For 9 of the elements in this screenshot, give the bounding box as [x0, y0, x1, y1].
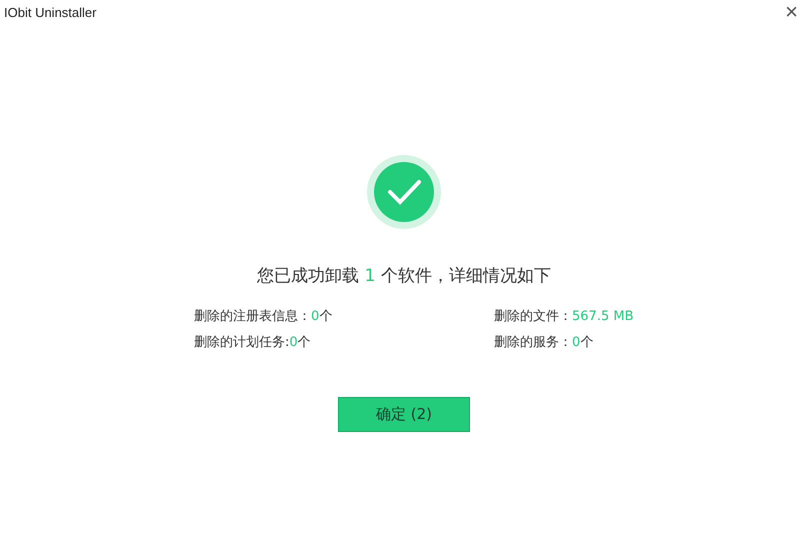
success-check-icon — [366, 154, 442, 230]
window-title: IObit Uninstaller — [4, 4, 96, 20]
close-button[interactable]: × — [781, 1, 802, 23]
stat-line: 删除的服务：0个 — [494, 334, 594, 351]
confirm-button[interactable]: 确定 (2) — [338, 397, 470, 432]
result-message: 您已成功卸载 1 个软件，详细情况如下 — [257, 265, 551, 287]
stat-line: 删除的文件：567.5 MB — [494, 308, 634, 325]
stat-line: 删除的计划任务:0个 — [194, 334, 312, 351]
stat-line: 删除的注册表信息：0个 — [194, 308, 334, 325]
